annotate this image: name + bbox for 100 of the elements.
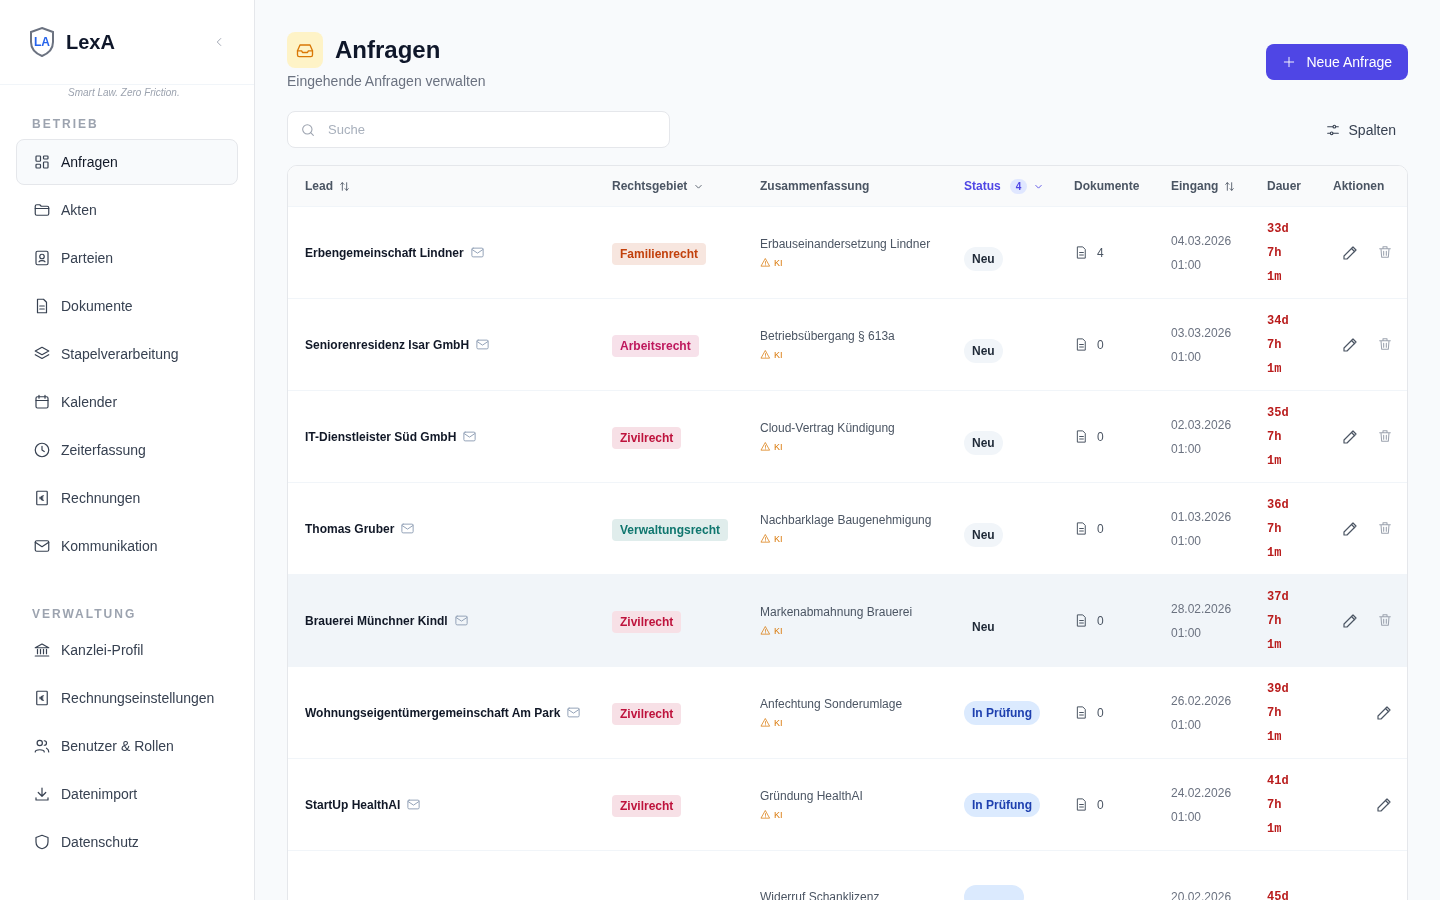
- summary-text: Markenabmahnung Brauerei: [760, 605, 914, 619]
- document-icon: [1074, 797, 1089, 812]
- columns-button[interactable]: Spalten: [1312, 113, 1408, 146]
- sort-icon: [338, 179, 351, 193]
- mail-icon: [475, 337, 491, 352]
- document-icon: [1074, 705, 1089, 720]
- duration-value: 1m: [1267, 544, 1283, 562]
- received-date: 03.03.2026: [1171, 324, 1233, 342]
- nav-item[interactable]: Zeiterfassung: [16, 427, 238, 473]
- filter-count: 4: [1009, 178, 1028, 194]
- duration-value: 41d: [1267, 772, 1290, 790]
- logo-text: LA: [34, 35, 50, 49]
- column-header: Dokumente: [1074, 179, 1141, 193]
- search-field[interactable]: Suche: [287, 111, 670, 148]
- mail-icon: [406, 797, 422, 812]
- duration-value: 35d: [1267, 404, 1290, 422]
- received-time: 01:00: [1171, 808, 1203, 826]
- lead-name: Thomas Gruber: [305, 521, 395, 536]
- duration-value: 7h: [1267, 520, 1283, 538]
- summary-text: Gründung HealthAI: [760, 789, 864, 803]
- contact-card-icon: [33, 249, 51, 267]
- warning-icon: [760, 257, 771, 268]
- warning-icon: [760, 441, 771, 452]
- nav-item[interactable]: Anfragen: [16, 139, 238, 185]
- column-header[interactable]: Lead: [305, 179, 612, 193]
- document-icon: [1074, 521, 1089, 536]
- brand-name: LexA: [66, 30, 116, 54]
- legal-area-tag: Arbeitsrecht: [612, 334, 699, 357]
- legal-area-tag: Verwaltungsrecht: [612, 518, 729, 541]
- lead-name: Erbengemeinschaft Lindner: [305, 245, 464, 260]
- duration-value: 1m: [1267, 820, 1283, 838]
- document-icon: [1074, 613, 1089, 628]
- summary-text: Cloud-Vertrag Kündigung: [760, 421, 896, 435]
- status-badge: In Prüfung: [964, 700, 1040, 725]
- nav-item[interactable]: Akten: [16, 187, 238, 233]
- status-badge: Neu: [964, 430, 1003, 455]
- nav-item[interactable]: Stapelverarbeitung: [16, 331, 238, 377]
- mail-icon: [462, 429, 478, 444]
- lead-name: Seniorenresidenz Isar GmbH: [305, 337, 470, 352]
- mail-icon: [400, 521, 416, 536]
- duration-value: 7h: [1267, 796, 1283, 814]
- lead-name: StartUp HealthAI: [305, 797, 401, 812]
- warning-icon: [760, 809, 771, 820]
- ai-warning: KI: [760, 533, 964, 544]
- nav-item[interactable]: Kommunikation: [16, 523, 238, 569]
- received-time: 01:00: [1171, 624, 1203, 642]
- duration-value: 1m: [1267, 452, 1283, 470]
- received-time: 01:00: [1171, 256, 1203, 274]
- page-title: Anfragen: [335, 36, 441, 64]
- new-request-button[interactable]: Neue Anfrage: [1266, 44, 1408, 80]
- nav-item[interactable]: Parteien: [16, 235, 238, 281]
- highlighted-row[interactable]: Brauerei Münchner Kindl Zivilrecht Markenabmahnung Brauerei KI Neu 0 28.02.2026 01:00 37d 7h 1m: [288, 575, 1407, 667]
- duration-value: 1m: [1267, 728, 1283, 746]
- nav-item[interactable]: Rechnungseinstellungen: [16, 675, 238, 721]
- status-badge: Neu: [964, 522, 1003, 547]
- nav-item[interactable]: Rechnungen: [16, 475, 238, 521]
- ai-warning: KI: [760, 257, 964, 268]
- legal-area-tag: Familienrecht: [612, 242, 707, 265]
- nav-item[interactable]: Kalender: [16, 379, 238, 425]
- received-date: 02.03.2026: [1171, 416, 1233, 434]
- summary-text: Betriebsübergang § 613a: [760, 329, 896, 343]
- nav-item[interactable]: Dokumente: [16, 283, 238, 329]
- ai-warning: KI: [760, 717, 964, 728]
- download-icon: [33, 785, 51, 803]
- received-time: 01:00: [1171, 716, 1203, 734]
- received-date: 24.02.2026: [1171, 784, 1233, 802]
- document-count: 0: [1097, 429, 1104, 444]
- trash-icon: [1377, 335, 1393, 352]
- status-badge: In Prüfung: [964, 792, 1040, 817]
- column-header[interactable]: Status 4: [964, 178, 1074, 194]
- lead-name: Brauerei Münchner Kindl: [305, 613, 448, 628]
- duration-value: 34d: [1267, 312, 1290, 330]
- mail-icon: [453, 613, 469, 628]
- column-header[interactable]: Rechtsgebiet: [612, 179, 760, 193]
- document-icon: [1074, 337, 1089, 352]
- section-heading: VERWALTUNG: [32, 607, 138, 621]
- ai-warning: KI: [760, 349, 964, 360]
- search-input[interactable]: Suche: [326, 121, 657, 138]
- mail-icon: [566, 705, 582, 720]
- document-count: 0: [1097, 521, 1104, 536]
- nav-item[interactable]: Kanzlei-Profil: [16, 627, 238, 673]
- nav-item[interactable]: Datenimport: [16, 771, 238, 817]
- sort-icon: [1223, 179, 1237, 193]
- page-subtitle: Eingehende Anfragen verwalten: [287, 73, 486, 89]
- nav-item[interactable]: Datenschutz: [16, 819, 238, 865]
- calendar-icon: [33, 393, 51, 411]
- status-badge: Neu: [964, 338, 1003, 363]
- duration-value: 7h: [1267, 428, 1283, 446]
- shield-icon: [33, 833, 51, 851]
- received-date: 20.02.2026: [1171, 888, 1233, 900]
- column-header[interactable]: Eingang: [1171, 179, 1267, 193]
- warning-icon: [760, 625, 771, 636]
- summary-text: Erbauseinandersetzung Lindner: [760, 237, 932, 251]
- received-time: 01:00: [1171, 348, 1203, 366]
- received-date: 28.02.2026: [1171, 600, 1233, 618]
- nav-item[interactable]: Benutzer & Rollen: [16, 723, 238, 769]
- duration-value: 7h: [1267, 244, 1283, 262]
- legal-area-tag: Zivilrecht: [612, 610, 682, 633]
- legal-area-tag: Zivilrecht: [612, 794, 682, 817]
- ai-warning: KI: [760, 625, 964, 636]
